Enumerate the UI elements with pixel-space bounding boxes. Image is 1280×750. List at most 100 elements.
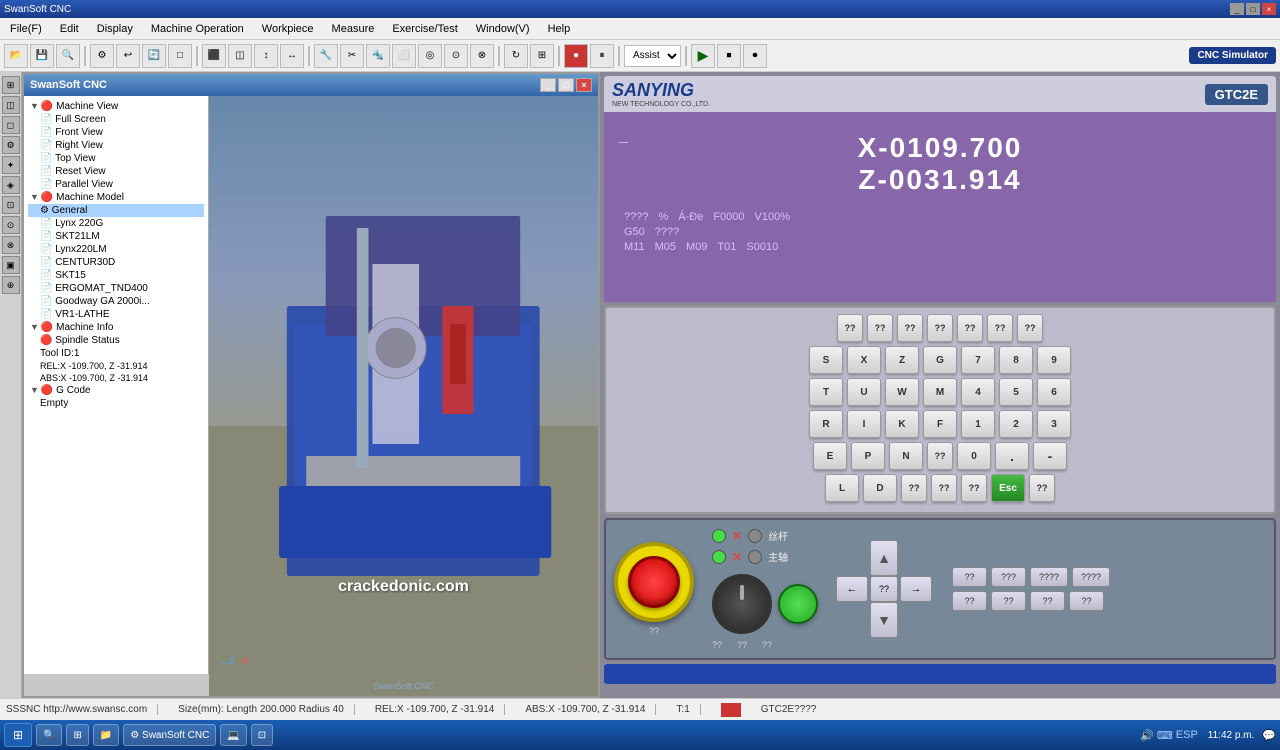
key-6[interactable]: 6 bbox=[1037, 378, 1071, 406]
key-t[interactable]: T bbox=[809, 378, 843, 406]
key-w[interactable]: W bbox=[885, 378, 919, 406]
3d-viewport[interactable]: crackedonic.com ←Z ↑X SwanSoft CNC bbox=[209, 96, 598, 696]
key-f[interactable]: F bbox=[923, 410, 957, 438]
tree-item-machine-model[interactable]: ▼🔴 Machine Model bbox=[28, 191, 204, 204]
key-4[interactable]: 4 bbox=[961, 378, 995, 406]
menu-measure[interactable]: Measure bbox=[324, 21, 383, 37]
key-qm3[interactable]: ?? bbox=[901, 474, 927, 502]
tree-item-general[interactable]: ⚙ General bbox=[28, 204, 204, 217]
key-2[interactable]: 2 bbox=[999, 410, 1033, 438]
maximize-button[interactable]: □ bbox=[1246, 3, 1260, 15]
key-f2[interactable]: ?? bbox=[867, 314, 893, 342]
key-qm4[interactable]: ?? bbox=[931, 474, 957, 502]
sidebar-icon-2[interactable]: ◫ bbox=[2, 96, 20, 114]
key-x[interactable]: X bbox=[847, 346, 881, 374]
func-btn-5[interactable]: ?? bbox=[952, 591, 987, 611]
toolbar-btn7[interactable]: ◫ bbox=[228, 44, 252, 68]
taskbar-search[interactable]: 🔍 bbox=[36, 724, 62, 746]
tree-item-reset-view[interactable]: 📄 Reset View bbox=[28, 165, 204, 178]
toolbar-btn5[interactable]: □ bbox=[168, 44, 192, 68]
tree-item-skt15[interactable]: 📄 SKT15 bbox=[28, 269, 204, 282]
toolbar-btn8[interactable]: ↕ bbox=[254, 44, 278, 68]
tree-item-ergomat[interactable]: 📄 ERGOMAT_TND400 bbox=[28, 282, 204, 295]
esp-label[interactable]: ESP bbox=[1176, 729, 1198, 741]
toolbar-stop[interactable]: ⏹ bbox=[717, 44, 741, 68]
key-0[interactable]: 0 bbox=[957, 442, 991, 470]
tree-item-spindle-status[interactable]: 🔴 Spindle Status bbox=[28, 334, 204, 347]
key-k[interactable]: K bbox=[885, 410, 919, 438]
taskbar-app-3[interactable]: ⊡ bbox=[251, 724, 273, 746]
key-f3[interactable]: ?? bbox=[897, 314, 923, 342]
menu-exercise[interactable]: Exercise/Test bbox=[384, 21, 465, 37]
sidebar-icon-5[interactable]: ✦ bbox=[2, 156, 20, 174]
key-3[interactable]: 3 bbox=[1037, 410, 1071, 438]
minimize-button[interactable]: _ bbox=[1230, 3, 1244, 15]
tree-item-lynx220g[interactable]: 📄 Lynx 220G bbox=[28, 217, 204, 230]
menu-display[interactable]: Display bbox=[89, 21, 141, 37]
sidebar-icon-6[interactable]: ◈ bbox=[2, 176, 20, 194]
estop-yellow-ring[interactable] bbox=[614, 542, 694, 622]
menu-machine-operation[interactable]: Machine Operation bbox=[143, 21, 252, 37]
cnc-minimize-btn[interactable]: _ bbox=[540, 78, 556, 92]
tree-item-right-view[interactable]: 📄 Right View bbox=[28, 139, 204, 152]
toolbar-btn18[interactable]: ⊞ bbox=[530, 44, 554, 68]
toolbar-search[interactable]: 🔍 bbox=[56, 44, 80, 68]
key-n[interactable]: N bbox=[889, 442, 923, 470]
func-btn-2[interactable]: ??? bbox=[991, 567, 1026, 587]
key-e[interactable]: E bbox=[813, 442, 847, 470]
key-f7[interactable]: ?? bbox=[1017, 314, 1043, 342]
sidebar-icon-4[interactable]: ⚙ bbox=[2, 136, 20, 154]
key-f5[interactable]: ?? bbox=[957, 314, 983, 342]
sidebar-icon-7[interactable]: ⊡ bbox=[2, 196, 20, 214]
key-m[interactable]: M bbox=[923, 378, 957, 406]
jog-left-button[interactable]: ← bbox=[836, 576, 868, 602]
key-l[interactable]: L bbox=[825, 474, 859, 502]
key-dot[interactable]: . bbox=[995, 442, 1029, 470]
switch-x-2[interactable]: ✕ bbox=[732, 550, 742, 564]
menu-workpiece[interactable]: Workpiece bbox=[254, 21, 322, 37]
toolbar-btn4[interactable]: 🔄 bbox=[142, 44, 166, 68]
key-r[interactable]: R bbox=[809, 410, 843, 438]
keyboard-icon[interactable]: ⌨ bbox=[1157, 729, 1173, 742]
tree-item-goodway[interactable]: 📄 Goodway GA 2000i... bbox=[28, 295, 204, 308]
key-s[interactable]: S bbox=[809, 346, 843, 374]
key-7[interactable]: 7 bbox=[961, 346, 995, 374]
tree-item-top-view[interactable]: 📄 Top View bbox=[28, 152, 204, 165]
jog-down-button[interactable]: ▼ bbox=[870, 602, 898, 638]
menu-edit[interactable]: Edit bbox=[52, 21, 87, 37]
toolbar-record[interactable]: ⏺ bbox=[743, 44, 767, 68]
sidebar-icon-3[interactable]: ◻ bbox=[2, 116, 20, 134]
key-z[interactable]: Z bbox=[885, 346, 919, 374]
key-d[interactable]: D bbox=[863, 474, 897, 502]
green-start-button[interactable] bbox=[778, 584, 818, 624]
taskbar-swansoft[interactable]: ⚙ SwanSoft CNC bbox=[123, 724, 216, 746]
tree-item-parallel-view[interactable]: 📄 Parallel View bbox=[28, 178, 204, 191]
tree-item-skt21lm[interactable]: 📄 SKT21LM bbox=[28, 230, 204, 243]
key-qm2[interactable]: ?? bbox=[927, 442, 953, 470]
key-f4[interactable]: ?? bbox=[927, 314, 953, 342]
toolbar-estop[interactable]: ● bbox=[564, 44, 588, 68]
start-button[interactable]: ⊞ bbox=[4, 723, 32, 747]
key-f1[interactable]: ?? bbox=[837, 314, 863, 342]
emergency-stop-button[interactable] bbox=[628, 556, 680, 608]
toolbar-save[interactable]: 💾 bbox=[30, 44, 54, 68]
key-1[interactable]: 1 bbox=[961, 410, 995, 438]
speed-dial[interactable] bbox=[712, 574, 772, 634]
toolbar-btn13[interactable]: ⬜ bbox=[392, 44, 416, 68]
key-9[interactable]: 9 bbox=[1037, 346, 1071, 374]
key-i[interactable]: I bbox=[847, 410, 881, 438]
toolbar-btn12[interactable]: 🔩 bbox=[366, 44, 390, 68]
func-btn-4[interactable]: ???? bbox=[1072, 567, 1110, 587]
sound-icon[interactable]: 🔊 bbox=[1140, 729, 1154, 742]
toolbar-btn15[interactable]: ⊙ bbox=[444, 44, 468, 68]
switch-x-1[interactable]: ✕ bbox=[732, 529, 742, 543]
toolbar-btn17[interactable]: ↻ bbox=[504, 44, 528, 68]
sidebar-icon-8[interactable]: ⊙ bbox=[2, 216, 20, 234]
toolbar-btn6[interactable]: ⬛ bbox=[202, 44, 226, 68]
tree-item-front-view[interactable]: 📄 Front View bbox=[28, 126, 204, 139]
toolbar-btn9[interactable]: ↔ bbox=[280, 44, 304, 68]
toolbar-pause[interactable]: ⏸ bbox=[590, 44, 614, 68]
key-p[interactable]: P bbox=[851, 442, 885, 470]
taskbar-app-2[interactable]: 💻 bbox=[220, 724, 246, 746]
toolbar-btn10[interactable]: 🔧 bbox=[314, 44, 338, 68]
